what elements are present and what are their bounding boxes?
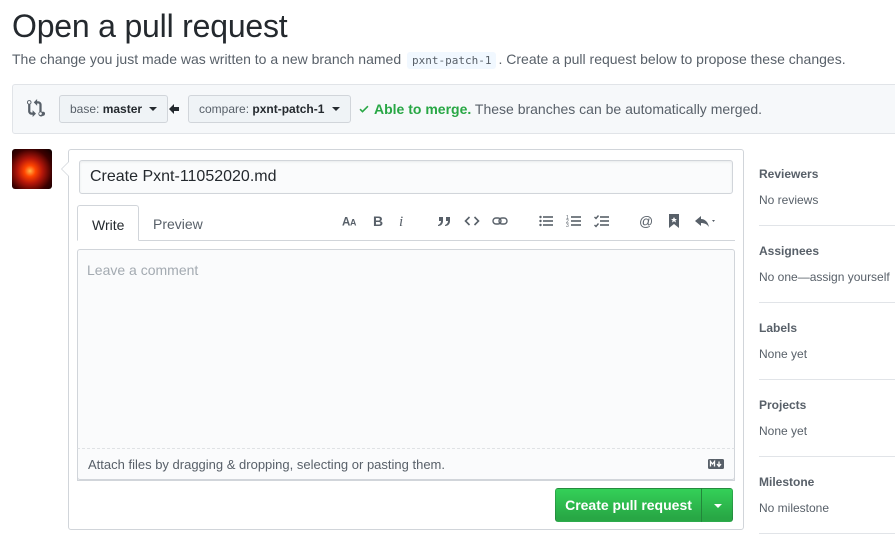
- projects-heading[interactable]: Projects: [759, 398, 806, 412]
- sidebar-milestone: Milestone No milestone: [759, 457, 895, 534]
- sidebar-assignees: Assignees No one—assign yourself: [759, 226, 895, 303]
- chevron-down-icon: [149, 106, 158, 111]
- create-pr-dropdown-button[interactable]: [701, 488, 733, 522]
- svg-text:A: A: [350, 217, 357, 227]
- merge-status: Able to merge. These branches can be aut…: [357, 101, 762, 117]
- italic-icon[interactable]: i: [391, 210, 413, 232]
- milestone-heading[interactable]: Milestone: [759, 475, 814, 489]
- pr-title-input[interactable]: [79, 160, 733, 194]
- compare-icon: [27, 99, 45, 117]
- text-size-icon[interactable]: AA: [339, 210, 361, 232]
- labels-heading[interactable]: Labels: [759, 321, 797, 335]
- svg-text:B: B: [373, 213, 383, 229]
- base-branch-value: master: [102, 102, 143, 116]
- tab-divider: [77, 240, 735, 241]
- branch-name-code: pxnt-patch-1: [407, 52, 497, 69]
- compare-branch-select[interactable]: compare: pxnt-patch-1: [188, 95, 351, 123]
- code-icon[interactable]: [461, 210, 483, 232]
- reviewers-heading[interactable]: Reviewers: [759, 167, 818, 181]
- arrow-left-icon: [169, 104, 179, 114]
- pr-composer: Write Preview AA B i 123 @: [61, 149, 744, 530]
- tab-preview[interactable]: Preview: [139, 205, 217, 241]
- milestone-value: No milestone: [759, 501, 830, 515]
- svg-text:@: @: [639, 213, 653, 229]
- markdown-icon: [708, 459, 724, 469]
- subtitle-text-after: . Create a pull request below to propose…: [498, 51, 846, 67]
- sidebar-reviewers: Reviewers No reviews: [759, 149, 895, 226]
- avatar[interactable]: [12, 149, 52, 189]
- page-subtitle: The change you just made was written to …: [12, 51, 846, 69]
- tab-write[interactable]: Write: [77, 205, 140, 241]
- saved-reply-icon[interactable]: [663, 210, 685, 232]
- merge-status-text: These branches can be automatically merg…: [474, 101, 763, 117]
- reply-icon[interactable]: [691, 210, 721, 232]
- check-icon: [359, 105, 369, 113]
- chevron-down-icon: [331, 106, 340, 111]
- comment-textarea[interactable]: Leave a comment: [77, 249, 735, 481]
- quote-icon[interactable]: [433, 210, 455, 232]
- task-list-icon[interactable]: [591, 210, 613, 232]
- chevron-down-icon: [714, 504, 722, 508]
- comment-placeholder: Leave a comment: [87, 262, 199, 278]
- attach-files-bar[interactable]: Attach files by dragging & dropping, sel…: [77, 448, 735, 480]
- svg-text:i: i: [399, 214, 403, 229]
- base-branch-label: base:: [70, 102, 100, 116]
- mention-icon[interactable]: @: [635, 210, 657, 232]
- assignees-heading[interactable]: Assignees: [759, 244, 819, 258]
- create-pull-request-button[interactable]: Create pull request: [555, 488, 702, 522]
- page-title: Open a pull request: [12, 8, 288, 44]
- bullet-list-icon[interactable]: [535, 210, 557, 232]
- svg-text:3: 3: [566, 223, 569, 229]
- attach-files-text: Attach files by dragging & dropping, sel…: [88, 457, 445, 472]
- branch-range-bar: base: master compare: pxnt-patch-1 Able …: [12, 84, 895, 134]
- sidebar-projects: Projects None yet: [759, 380, 895, 457]
- assignees-value[interactable]: No one—assign yourself: [759, 270, 890, 284]
- compare-branch-label: compare:: [199, 102, 250, 116]
- link-icon[interactable]: [489, 210, 511, 232]
- compare-branch-value: pxnt-patch-1: [252, 102, 325, 116]
- projects-value: None yet: [759, 424, 808, 438]
- sidebar-labels: Labels None yet: [759, 303, 895, 380]
- merge-ok-text: Able to merge.: [374, 101, 472, 117]
- bold-icon[interactable]: B: [367, 210, 389, 232]
- labels-value: None yet: [759, 347, 808, 361]
- base-branch-select[interactable]: base: master: [59, 95, 169, 123]
- reviewers-value: No reviews: [759, 193, 819, 207]
- numbered-list-icon[interactable]: 123: [563, 210, 585, 232]
- subtitle-text-before: The change you just made was written to …: [12, 51, 402, 67]
